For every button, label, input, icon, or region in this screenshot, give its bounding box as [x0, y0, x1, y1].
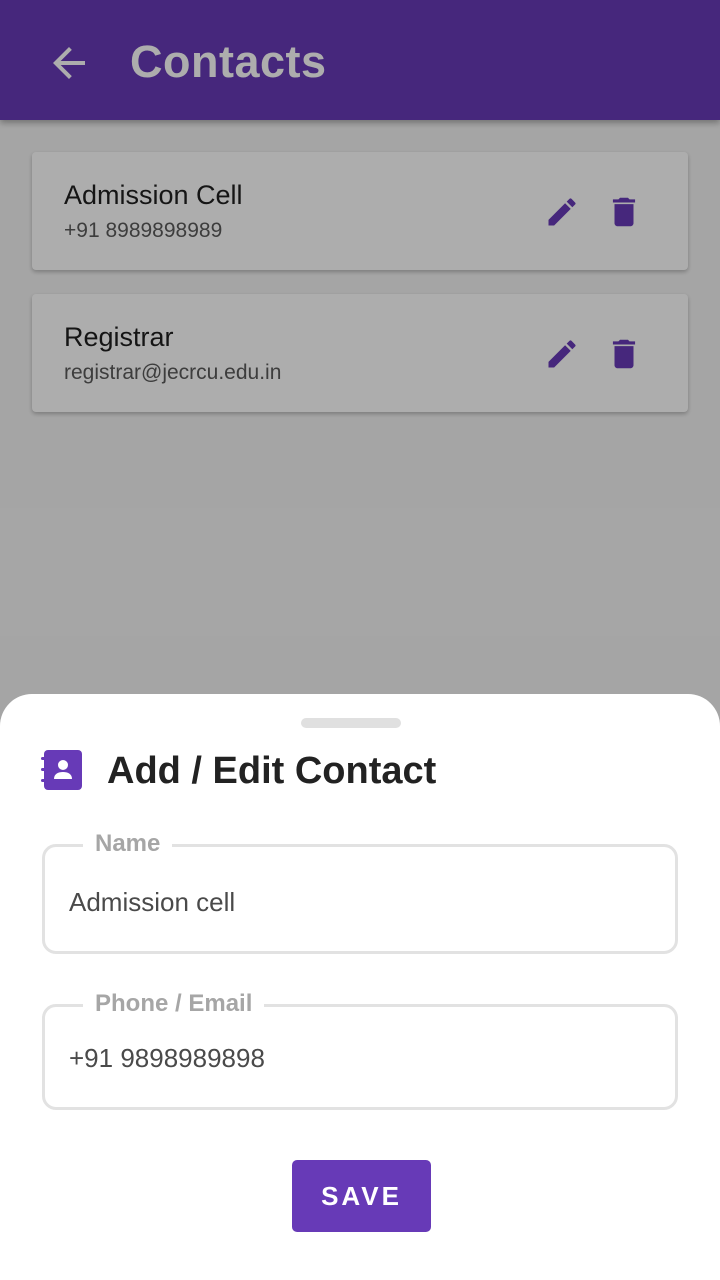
contact-input[interactable] — [69, 1033, 649, 1083]
contact-field[interactable]: Phone / Email — [42, 989, 678, 1110]
name-input[interactable] — [69, 877, 649, 927]
contact-field-label: Phone / Email — [83, 989, 265, 1019]
sheet-title: Add / Edit Contact — [107, 750, 437, 792]
contact-book-icon — [41, 750, 82, 790]
drag-handle[interactable] — [301, 718, 401, 728]
save-button[interactable]: SAVE — [292, 1160, 431, 1232]
name-field-label: Name — [83, 829, 173, 859]
bottom-sheet: Add / Edit Contact Name Phone / Email SA… — [0, 694, 720, 1280]
name-field[interactable]: Name — [42, 829, 678, 954]
